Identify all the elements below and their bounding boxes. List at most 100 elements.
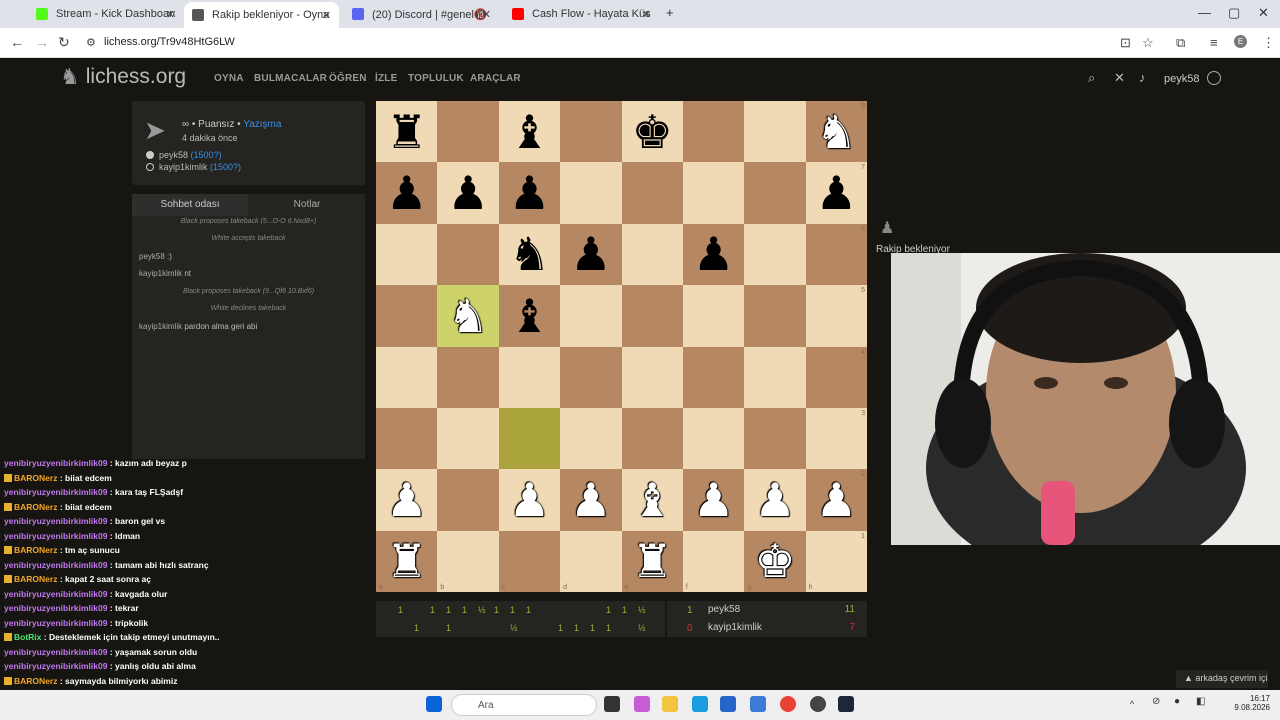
board-square[interactable]: ♟ xyxy=(498,162,561,224)
white-pawn-piece[interactable]: ♟ xyxy=(816,477,857,523)
profile-avatar[interactable]: E xyxy=(1234,35,1247,48)
board-square[interactable]: ♝ xyxy=(621,469,683,531)
game-score[interactable]: 1 xyxy=(414,623,419,633)
board-square[interactable] xyxy=(376,285,438,347)
board-square[interactable]: ♜ xyxy=(376,101,438,163)
board-square[interactable] xyxy=(437,407,499,470)
game-score[interactable]: 1 xyxy=(558,623,563,633)
board-square[interactable] xyxy=(744,101,806,163)
maximize-icon[interactable]: ▢ xyxy=(1228,5,1240,21)
nav-menu-item[interactable]: ÖĞREN xyxy=(329,73,367,84)
game-score[interactable]: ½ xyxy=(638,623,646,633)
browser-tab[interactable]: (20) Discord | #genel🔞 | PEYK✕ xyxy=(344,2,499,26)
copilot-icon[interactable] xyxy=(634,696,650,712)
back-icon[interactable]: ← xyxy=(10,34,24,50)
game-score[interactable]: 1 xyxy=(446,623,451,633)
board-square[interactable]: ♟ xyxy=(560,223,622,286)
board-square[interactable] xyxy=(376,346,438,408)
board-square[interactable] xyxy=(682,285,745,347)
white-knight-piece[interactable]: ♞ xyxy=(816,109,857,155)
board-square[interactable] xyxy=(744,407,806,470)
browser-menu-icon[interactable]: ⋮ xyxy=(1262,35,1275,51)
board-square[interactable] xyxy=(376,223,438,286)
white-king-piece[interactable]: ♚ xyxy=(754,538,795,584)
board-square[interactable]: ♟ xyxy=(437,162,499,224)
board-square[interactable] xyxy=(682,346,745,408)
tab-close-icon[interactable]: ✕ xyxy=(166,8,175,21)
chat-username[interactable]: peyk58 xyxy=(139,252,167,261)
board-square[interactable]: 5 xyxy=(805,285,867,347)
board-square[interactable]: ♟ 7 xyxy=(805,162,867,224)
board-square[interactable] xyxy=(498,407,561,470)
board-square[interactable] xyxy=(744,162,806,224)
game-score[interactable]: ½ xyxy=(638,605,646,615)
url-field[interactable]: lichess.org/Tr9v48HtG6LW xyxy=(104,36,235,48)
game-score[interactable]: 1 xyxy=(574,623,579,633)
reload-icon[interactable]: ↻ xyxy=(58,34,70,51)
board-square[interactable]: ♟ xyxy=(744,469,806,531)
tab-close-icon[interactable]: ✕ xyxy=(642,8,651,21)
nav-menu-item[interactable]: TOPLULUK xyxy=(408,73,464,84)
tab-chat-room[interactable]: Sohbet odası xyxy=(132,194,248,216)
minimize-icon[interactable]: — xyxy=(1198,5,1211,20)
new-tab-icon[interactable]: + xyxy=(666,5,674,20)
white-rook-piece[interactable]: ♜ xyxy=(632,538,673,584)
windows-start-icon[interactable] xyxy=(426,696,442,712)
close-swords-icon[interactable]: ✕ xyxy=(1114,70,1125,86)
board-square[interactable] xyxy=(437,346,499,408)
black-knight-piece[interactable]: ♞ xyxy=(509,231,550,277)
board-square[interactable]: ♟ 2 xyxy=(805,469,867,531)
online-friends-button[interactable]: ▲ arkadaş çevrim içi xyxy=(1176,670,1268,688)
board-square[interactable] xyxy=(560,407,622,470)
nav-menu-item[interactable]: İZLE xyxy=(375,73,397,84)
board-square[interactable] xyxy=(682,162,745,224)
board-square[interactable] xyxy=(621,162,683,224)
board-square[interactable]: ♟ xyxy=(682,223,745,286)
board-square[interactable]: ♞ xyxy=(498,223,561,286)
store-icon[interactable] xyxy=(720,696,736,712)
board-square[interactable] xyxy=(498,346,561,408)
tab-close-icon[interactable]: ✕ xyxy=(322,9,331,22)
tray-chevron-icon[interactable]: ^ xyxy=(1130,699,1140,709)
board-square[interactable] xyxy=(744,223,806,286)
taskbar-search[interactable]: Ara xyxy=(451,694,597,716)
board-square[interactable]: ♟ xyxy=(560,469,622,531)
board-square[interactable]: ♚ xyxy=(621,101,683,163)
board-square[interactable] xyxy=(437,223,499,286)
mic-icon[interactable]: ● xyxy=(1174,696,1190,712)
game-score[interactable]: 1 xyxy=(446,605,451,615)
bell-icon[interactable]: ♪ xyxy=(1139,70,1146,85)
board-square[interactable]: 1h xyxy=(805,530,867,592)
taskbar-clock[interactable]: 16:17 9.08.2026 xyxy=(1222,694,1270,712)
board-square[interactable]: 4 xyxy=(805,346,867,408)
black-bishop-piece[interactable]: ♝ xyxy=(509,109,550,155)
user-menu[interactable]: peyk58 xyxy=(1164,71,1221,85)
nav-menu-item[interactable]: ARAÇLAR xyxy=(470,73,521,84)
board-square[interactable]: ♜ a xyxy=(376,530,438,592)
crosstable-player-row[interactable]: 0 kayip1kimlik 7 xyxy=(667,619,867,637)
lichess-logo[interactable]: ♞ lichess.org xyxy=(60,64,186,90)
board-square[interactable] xyxy=(376,407,438,470)
install-icon[interactable]: ⊡ xyxy=(1120,35,1131,51)
board-square[interactable]: c xyxy=(498,530,561,592)
board-square[interactable]: f xyxy=(682,530,745,592)
bookmark-star-icon[interactable]: ☆ xyxy=(1142,35,1154,51)
black-pawn-piece[interactable]: ♟ xyxy=(509,170,550,216)
white-pawn-piece[interactable]: ♟ xyxy=(754,477,795,523)
game-score[interactable]: 1 xyxy=(590,623,595,633)
board-square[interactable]: ♞ 8 xyxy=(805,101,867,163)
board-square[interactable] xyxy=(437,101,499,163)
black-pawn-piece[interactable]: ♟ xyxy=(570,231,611,277)
board-square[interactable] xyxy=(744,285,806,347)
tab-notes[interactable]: Notlar xyxy=(249,194,365,216)
board-square[interactable]: b xyxy=(437,530,499,592)
black-pawn-piece[interactable]: ♟ xyxy=(447,170,488,216)
chess-board[interactable]: ♜ ♝ ♚ ♞ 8 ♟ ♟ ♟ ♟ 7 ♞ ♟ ♟ 6 ♞ ♝ 5 4 3 ♟ ♟ ♟ ♝ ♟ ♟ ♟ 2 ♜ a b c d ♜ e f ♚ g 1 h xyxy=(376,101,867,592)
game-score[interactable]: 1 xyxy=(430,605,435,615)
player-name[interactable]: kayip1kimlik xyxy=(708,622,762,633)
board-square[interactable] xyxy=(560,346,622,408)
game-score[interactable]: 1 xyxy=(526,605,531,615)
board-square[interactable]: ♜ e xyxy=(621,530,683,592)
game-score[interactable]: 1 xyxy=(462,605,467,615)
black-king-piece[interactable]: ♚ xyxy=(632,109,673,155)
